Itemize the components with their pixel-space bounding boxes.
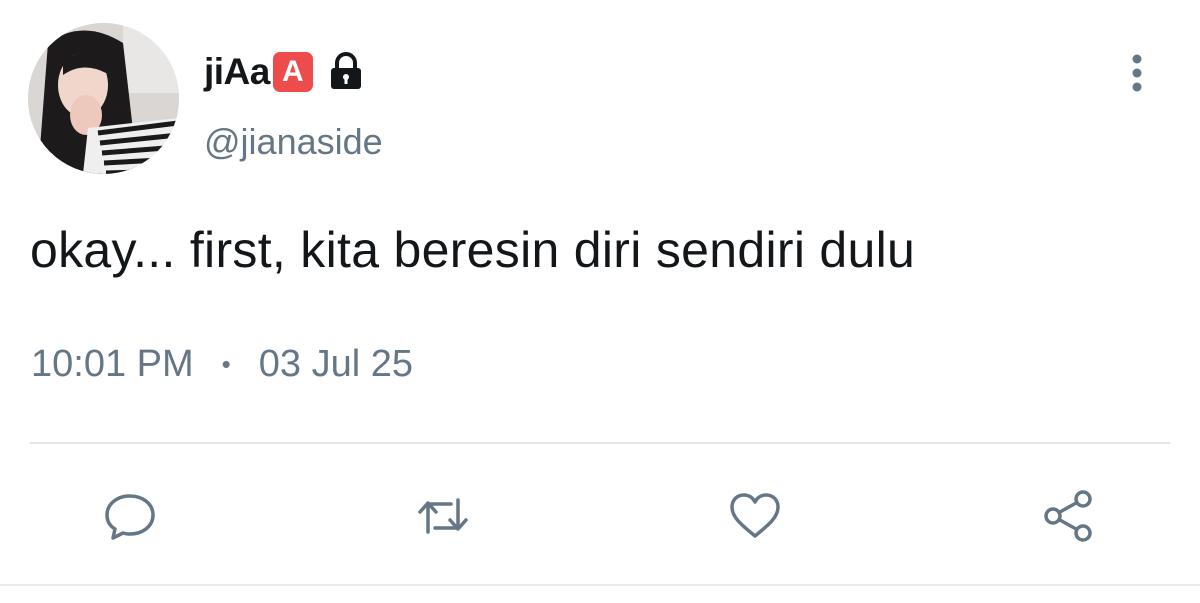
reply-button[interactable] (102, 488, 158, 544)
more-vertical-icon[interactable] (1122, 52, 1152, 94)
avatar-photo (28, 23, 179, 174)
tweet-text: okay... first, kita beresin diri sendiri… (30, 222, 916, 278)
retweet-icon (418, 498, 468, 534)
divider (30, 442, 1170, 444)
red-a-emoji-icon: A (272, 52, 313, 92)
reply-icon (105, 494, 155, 540)
avatar[interactable] (28, 23, 179, 174)
like-icon (730, 493, 780, 538)
user-handle[interactable]: @jianaside (204, 121, 383, 163)
share-icon (1044, 490, 1092, 542)
bottom-divider (0, 584, 1200, 586)
display-name-row: jiAa A (204, 46, 367, 98)
retweet-button[interactable] (415, 488, 471, 544)
tweet-time: 10:01 PM (31, 343, 194, 385)
tweet-date: 03 Jul 25 (258, 343, 413, 385)
like-button[interactable] (727, 488, 783, 544)
display-name[interactable]: jiAa (204, 51, 270, 93)
share-button[interactable] (1041, 488, 1097, 544)
tweet-timestamp: 10:01 PM • 03 Jul 25 (31, 343, 413, 386)
lock-icon (325, 51, 367, 93)
meta-separator: • (221, 349, 231, 379)
